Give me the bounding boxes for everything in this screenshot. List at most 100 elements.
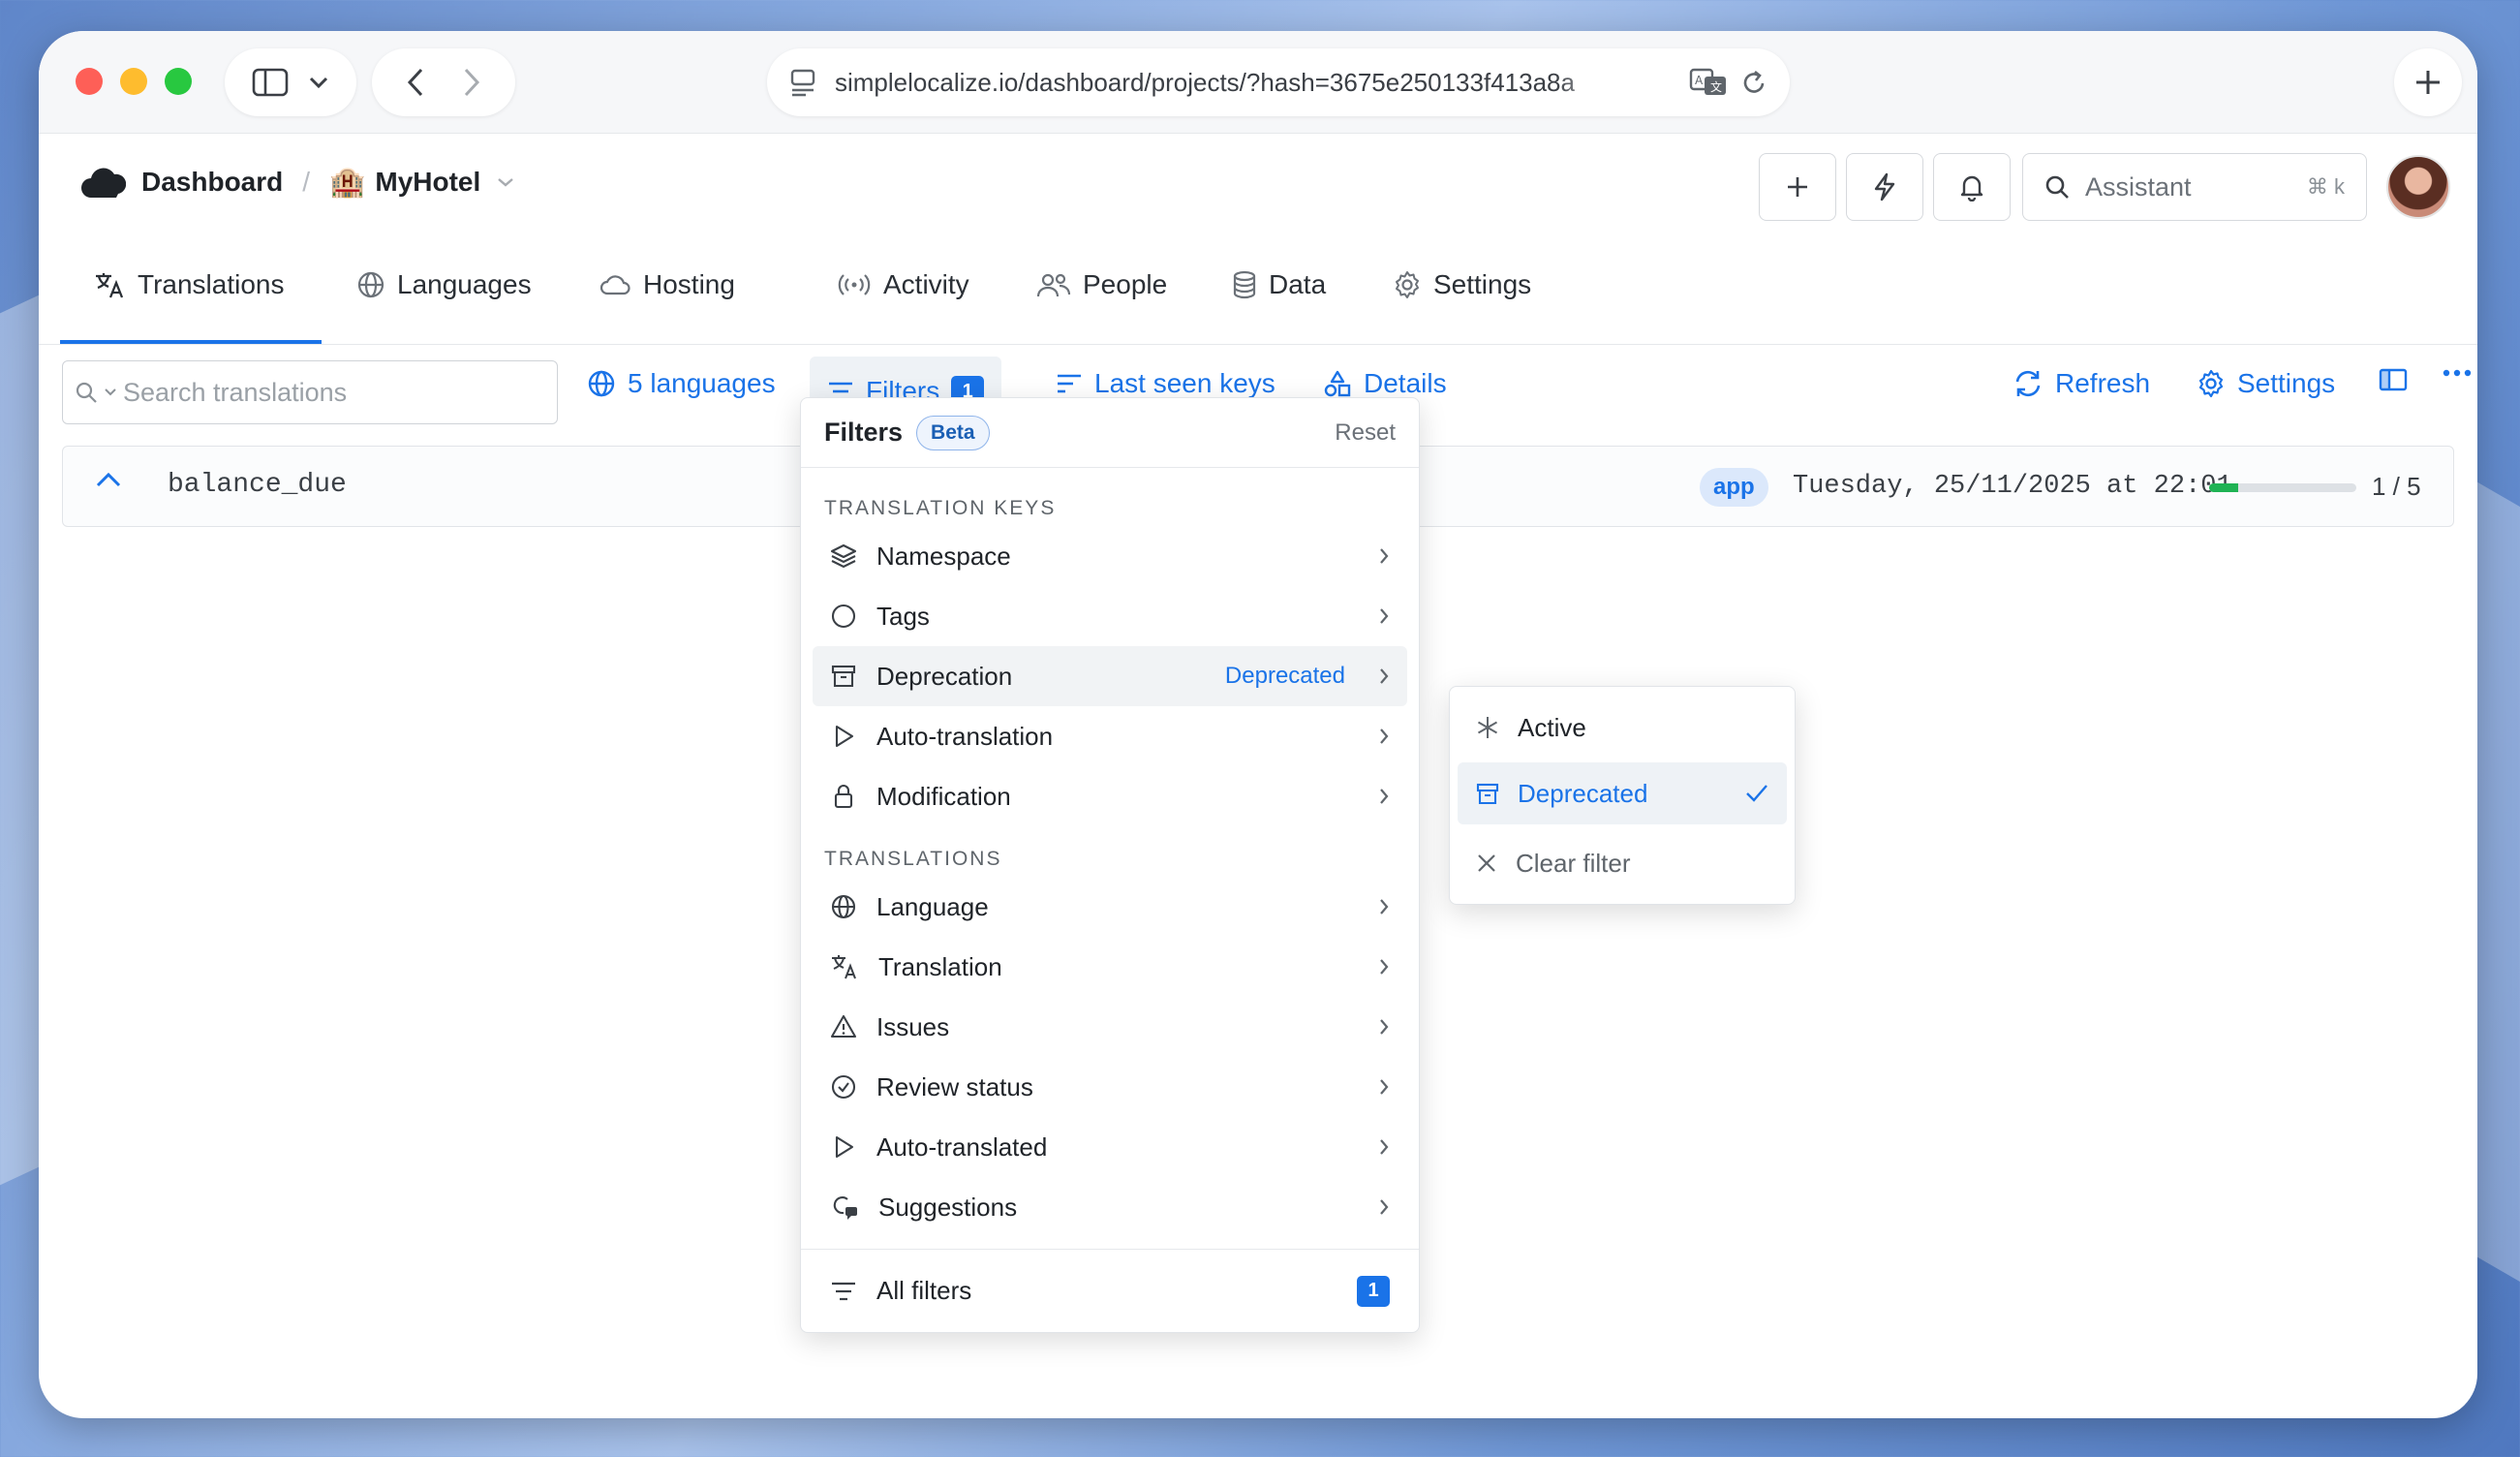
tab-label: Activity xyxy=(883,269,969,299)
filter-review-status[interactable]: Review status xyxy=(813,1057,1407,1117)
tab-translations[interactable]: Translations xyxy=(93,269,284,300)
bell-icon xyxy=(1959,172,1984,202)
archive-icon xyxy=(1475,781,1500,806)
panel-toggle-button[interactable] xyxy=(2379,368,2408,391)
section-translations: TRANSLATIONS xyxy=(824,848,1002,870)
lightning-icon xyxy=(1872,172,1897,202)
filters-header: Filters Beta Reset xyxy=(801,398,1419,468)
progress-fill xyxy=(2209,483,2239,492)
chevron-up-icon[interactable] xyxy=(94,470,123,489)
details-button[interactable]: Details xyxy=(1323,368,1447,399)
filter-label: Namespace xyxy=(876,541,1011,571)
filters-title: Filters xyxy=(824,418,904,447)
filter-tags[interactable]: Tags xyxy=(813,586,1407,646)
search-box[interactable] xyxy=(62,360,558,424)
settings-label: Settings xyxy=(2237,368,2336,398)
more-options-button[interactable] xyxy=(2443,368,2472,378)
maximize-window-button[interactable] xyxy=(165,68,192,95)
filter-auto-translated[interactable]: Auto-translated xyxy=(813,1117,1407,1177)
filter-deprecation[interactable]: Deprecation Deprecated xyxy=(813,646,1407,706)
reset-filters-button[interactable]: Reset xyxy=(1335,419,1396,447)
filter-label: Language xyxy=(876,891,989,921)
warning-icon xyxy=(830,1013,857,1040)
view-settings-button[interactable]: Settings xyxy=(2197,368,2335,399)
filter-translation[interactable]: Translation xyxy=(813,937,1407,997)
tab-hosting[interactable]: Hosting xyxy=(599,269,735,300)
assistant-shortcut: ⌘ k xyxy=(2306,174,2345,199)
filter-label: Deprecation xyxy=(876,661,1013,691)
search-input[interactable] xyxy=(123,377,530,408)
all-filters-label: All filters xyxy=(876,1276,972,1305)
chevron-right-icon xyxy=(1378,787,1390,806)
option-label: Deprecated xyxy=(1518,778,1648,808)
app-header: Dashboard / 🏨 MyHotel Assistant ⌘ k xyxy=(39,134,2477,240)
languages-button[interactable]: 5 languages xyxy=(587,368,776,399)
chevron-right-icon xyxy=(1378,606,1390,626)
option-label: Clear filter xyxy=(1516,848,1631,878)
section-translation-keys: TRANSLATION KEYS xyxy=(824,497,1057,519)
add-button[interactable] xyxy=(1759,153,1836,221)
translation-key: balance_due xyxy=(168,470,347,500)
avatar[interactable] xyxy=(2386,155,2450,219)
dashboard-link[interactable]: Dashboard xyxy=(141,167,283,198)
tab-activity[interactable]: Activity xyxy=(837,269,969,300)
address-bar[interactable]: simplelocalize.io/dashboard/projects/?ha… xyxy=(767,48,1790,116)
filter-language[interactable]: Language xyxy=(813,877,1407,937)
tab-languages[interactable]: Languages xyxy=(356,269,532,300)
chevron-down-icon[interactable] xyxy=(496,176,515,188)
last-seen-label: Last seen keys xyxy=(1094,368,1275,398)
filter-label: Issues xyxy=(876,1011,950,1041)
plus-icon xyxy=(1785,174,1810,200)
filter-label: Auto-translated xyxy=(876,1132,1048,1162)
chevron-right-icon xyxy=(1378,666,1390,686)
tab-people[interactable]: People xyxy=(1036,269,1167,300)
minimize-window-button[interactable] xyxy=(120,68,147,95)
refresh-button[interactable]: Refresh xyxy=(2013,368,2150,399)
search-icon xyxy=(2044,174,2070,200)
details-label: Details xyxy=(1364,368,1447,398)
project-name[interactable]: MyHotel xyxy=(375,167,480,198)
back-icon[interactable] xyxy=(406,67,425,98)
filter-suggestions[interactable]: Suggestions xyxy=(813,1177,1407,1237)
option-deprecated[interactable]: Deprecated xyxy=(1458,762,1787,824)
chevron-down-icon[interactable] xyxy=(308,76,329,89)
chevron-right-icon xyxy=(1378,546,1390,566)
option-clear-filter[interactable]: Clear filter xyxy=(1458,832,1787,894)
gear-icon xyxy=(2197,369,2226,398)
all-filters-button[interactable]: All filters 1 xyxy=(801,1249,1419,1332)
filter-modification[interactable]: Modification xyxy=(813,766,1407,826)
reload-icon[interactable] xyxy=(1741,69,1767,96)
globe-icon xyxy=(356,270,385,299)
close-window-button[interactable] xyxy=(76,68,103,95)
filter-auto-translation[interactable]: Auto-translation xyxy=(813,706,1407,766)
database-icon xyxy=(1232,270,1257,299)
filter-issues[interactable]: Issues xyxy=(813,997,1407,1057)
filters-dropdown: Filters Beta Reset TRANSLATION KEYS Name… xyxy=(800,397,1420,1333)
translation-progress xyxy=(2209,483,2356,492)
tab-label: Languages xyxy=(397,269,532,299)
namespace-badge[interactable]: app xyxy=(1700,468,1768,507)
notifications-button[interactable] xyxy=(1933,153,2011,221)
archive-icon xyxy=(830,663,857,690)
forward-icon[interactable] xyxy=(462,67,481,98)
translate-page-icon[interactable]: A文 xyxy=(1689,68,1728,97)
gear-icon xyxy=(1393,270,1422,299)
assistant-search[interactable]: Assistant ⌘ k xyxy=(2022,153,2367,221)
last-seen-keys-button[interactable]: Last seen keys xyxy=(1056,368,1275,399)
svg-text:文: 文 xyxy=(1710,79,1722,94)
tab-settings[interactable]: Settings xyxy=(1393,269,1531,300)
chevron-down-icon[interactable] xyxy=(104,388,117,397)
browser-toolbar: simplelocalize.io/dashboard/projects/?ha… xyxy=(39,31,2477,134)
new-tab-button[interactable] xyxy=(2394,48,2462,116)
tab-data[interactable]: Data xyxy=(1232,269,1326,300)
chevron-right-icon xyxy=(1378,1137,1390,1157)
assistant-label: Assistant xyxy=(2085,171,2192,202)
option-active[interactable]: Active xyxy=(1458,697,1787,759)
play-icon xyxy=(830,1133,857,1161)
filter-label: Review status xyxy=(876,1071,1033,1101)
refresh-label: Refresh xyxy=(2055,368,2151,398)
filter-icon xyxy=(830,1281,857,1302)
sidebar-toggle[interactable] xyxy=(225,48,356,116)
filter-namespace[interactable]: Namespace xyxy=(813,526,1407,586)
quick-actions-button[interactable] xyxy=(1846,153,1923,221)
